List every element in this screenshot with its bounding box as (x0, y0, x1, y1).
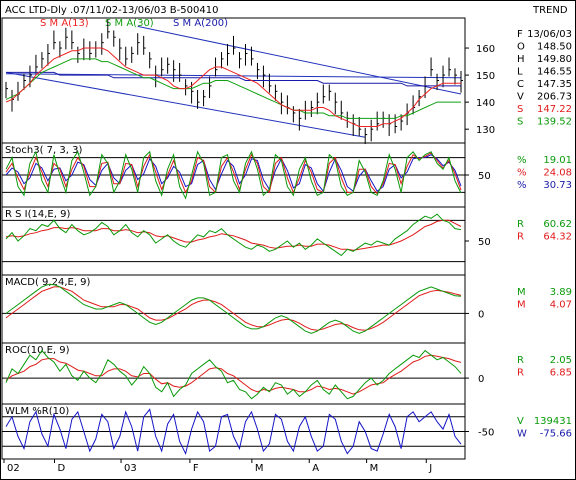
rsi-title: R S I(14,E, 9) (5, 209, 70, 220)
info-label-price-5: V (517, 92, 524, 103)
stoch-y-tick-label: 50 (478, 171, 491, 182)
rsi-y-tick-label: 50 (478, 237, 491, 248)
y-tick-label-price-3: 160 (476, 44, 495, 55)
info-label-price-2: H (517, 54, 525, 65)
legend-entry-0: S M A(13) (40, 18, 89, 29)
y-tick-label-price-2: 150 (476, 71, 495, 82)
info-label-wlm-0: V (517, 416, 524, 427)
legend-entry-1: S M A(30) (105, 18, 154, 29)
y-tick-label-price-0: 130 (476, 125, 495, 136)
info-value-stoch-0: 19.01 (543, 155, 572, 166)
x-tick-label-5: A (312, 463, 319, 474)
x-tick-label-3: F (193, 463, 199, 474)
info-value-stoch-2: 30.73 (543, 180, 572, 191)
info-label-macd-1: M (517, 300, 526, 311)
info-value-macd-1: 4.07 (550, 300, 572, 311)
info-value-price-5: 206.73 (537, 92, 572, 103)
legend-entry-2: S M A(200) (173, 18, 228, 29)
info-label-price-1: O (517, 42, 525, 53)
x-tick-label-0: 02 (7, 463, 20, 474)
info-label-roc-1: R (517, 368, 524, 379)
info-label-price-7: S (517, 117, 523, 128)
roc-y-tick-label: 0 (478, 374, 484, 385)
macd-title: MACD( 9,24,E, 9) (5, 277, 91, 288)
info-label-stoch-0: % (517, 155, 527, 166)
info-label-macd-0: M (517, 287, 526, 298)
info-value-wlm-0: 139431 (534, 416, 572, 427)
roc-title: ROC(10,E, 9) (5, 345, 70, 356)
chart-title: ACC LTD-Dly .07/11/02-13/06/03 B-500410 (5, 5, 218, 16)
info-label-price-6: S (517, 104, 523, 115)
info-value-price-0: 13/06/03 (527, 29, 572, 40)
info-label-price-3: L (517, 67, 523, 78)
x-tick-label-1: D (57, 463, 65, 474)
info-value-price-3: 146.55 (537, 67, 572, 78)
info-value-price-4: 147.35 (537, 79, 572, 90)
info-value-macd-0: 3.89 (550, 287, 572, 298)
info-label-price-0: F (517, 29, 523, 40)
info-value-rsi-0: 60.62 (543, 219, 572, 230)
y-tick-label-price-1: 140 (476, 98, 495, 109)
info-label-price-4: C (517, 79, 524, 90)
info-value-price-7: 139.52 (537, 117, 572, 128)
info-value-price-1: 148.50 (537, 42, 572, 53)
macd-y-tick-label: 0 (478, 309, 484, 320)
info-label-rsi-0: R (517, 219, 524, 230)
chart-window: ACC LTD-Dly .07/11/02-13/06/03 B-500410 … (0, 0, 576, 480)
info-value-rsi-1: 64.32 (543, 232, 572, 243)
info-label-stoch-2: % (517, 180, 527, 191)
info-value-roc-0: 2.05 (550, 355, 572, 366)
stoch-title: Stoch3( 7, 3, 3) (5, 145, 82, 156)
info-label-roc-0: R (517, 355, 524, 366)
x-tick-label-4: M (255, 463, 264, 474)
info-value-roc-1: 6.85 (550, 368, 572, 379)
trend-label: TREND (532, 5, 568, 16)
chart-canvas: ACC LTD-Dly .07/11/02-13/06/03 B-500410 … (0, 0, 576, 480)
info-label-stoch-1: % (517, 168, 527, 179)
info-value-price-6: 147.22 (537, 104, 572, 115)
info-label-wlm-1: W (517, 429, 527, 440)
wlm-y-tick-label: -50 (478, 428, 494, 439)
info-label-rsi-1: R (517, 232, 524, 243)
info-value-price-2: 149.80 (537, 54, 572, 65)
info-value-wlm-1: -75.66 (540, 429, 572, 440)
x-tick-label-2: 03 (124, 463, 137, 474)
x-tick-label-7: J (428, 463, 432, 474)
x-tick-label-6: M (370, 463, 379, 474)
info-value-stoch-1: 24.08 (543, 168, 572, 179)
